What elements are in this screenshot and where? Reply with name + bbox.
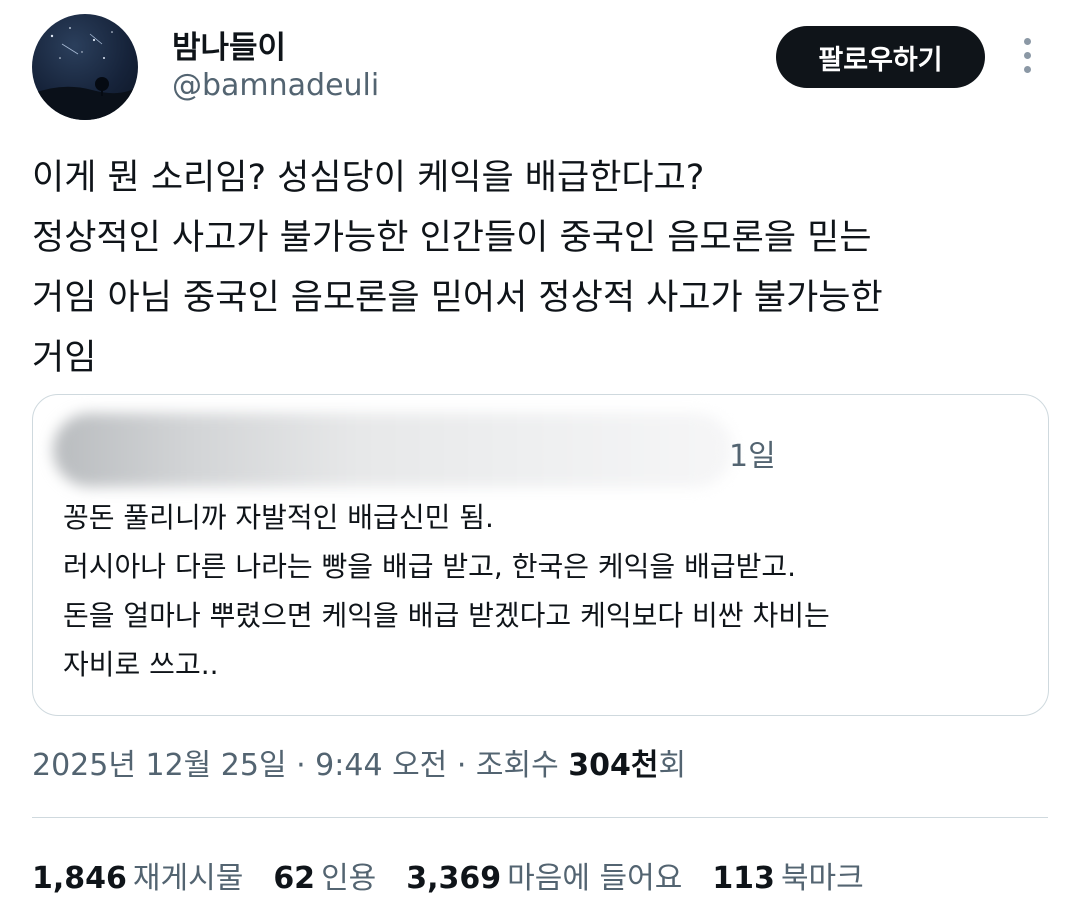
stat-reposts-count: 1,846: [32, 861, 127, 896]
author-handle[interactable]: @bamnadeuli: [172, 68, 379, 103]
quoted-tweet-date: 1일: [729, 439, 776, 474]
stat-reposts-label: 재게시물: [132, 861, 244, 896]
stat-bookmarks-count: 113: [712, 861, 775, 896]
stat-likes-label: 마음에 들어요: [507, 861, 683, 896]
avatar[interactable]: [32, 14, 138, 120]
stat-bookmarks-label: 북마크: [780, 861, 864, 896]
more-vertical-icon[interactable]: [1013, 38, 1041, 78]
stat-quotes-label: 인용: [321, 861, 377, 896]
stat-likes[interactable]: 3,369 마음에 들어요: [406, 853, 682, 897]
stat-likes-count: 3,369: [406, 861, 502, 896]
stat-quotes[interactable]: 62 인용: [273, 853, 376, 897]
stat-bookmarks[interactable]: 113 북마크: [712, 853, 863, 897]
follow-button[interactable]: 팔로우하기: [776, 26, 985, 88]
divider: [32, 817, 1048, 818]
engagement-stats: 1,846 재게시물 62 인용 3,369 마음에 들어요 113 북마크: [32, 853, 894, 897]
quoted-tweet-text: 꽁돈 풀리니까 자발적인 배급신민 됨. 러시아나 다른 나라는 빵을 배급 받…: [63, 501, 830, 681]
stat-quotes-count: 62: [273, 861, 316, 896]
stat-reposts[interactable]: 1,846 재게시물: [32, 853, 243, 897]
quoted-tweet-card[interactable]: 1일 꽁돈 풀리니까 자발적인 배급신민 됨. 러시아나 다른 나라는 빵을 배…: [32, 394, 1049, 716]
tweet-text: 이게 뭔 소리임? 성심당이 케익을 배급한다고? 정상적인 사고가 불가능한 …: [32, 158, 883, 378]
timestamp[interactable]: 2025년 12월 25일 · 9:44 오전 · 조회수: [32, 748, 568, 783]
night-sky-avatar-icon: [32, 27, 138, 120]
tweet-metadata: 2025년 12월 25일 · 9:44 오전 · 조회수 304천회: [32, 740, 686, 784]
blurred-author-info: [53, 413, 733, 487]
author-display-name[interactable]: 밤나들이: [172, 22, 286, 67]
view-count: 304천: [568, 748, 659, 783]
view-count-suffix: 회: [658, 748, 687, 783]
